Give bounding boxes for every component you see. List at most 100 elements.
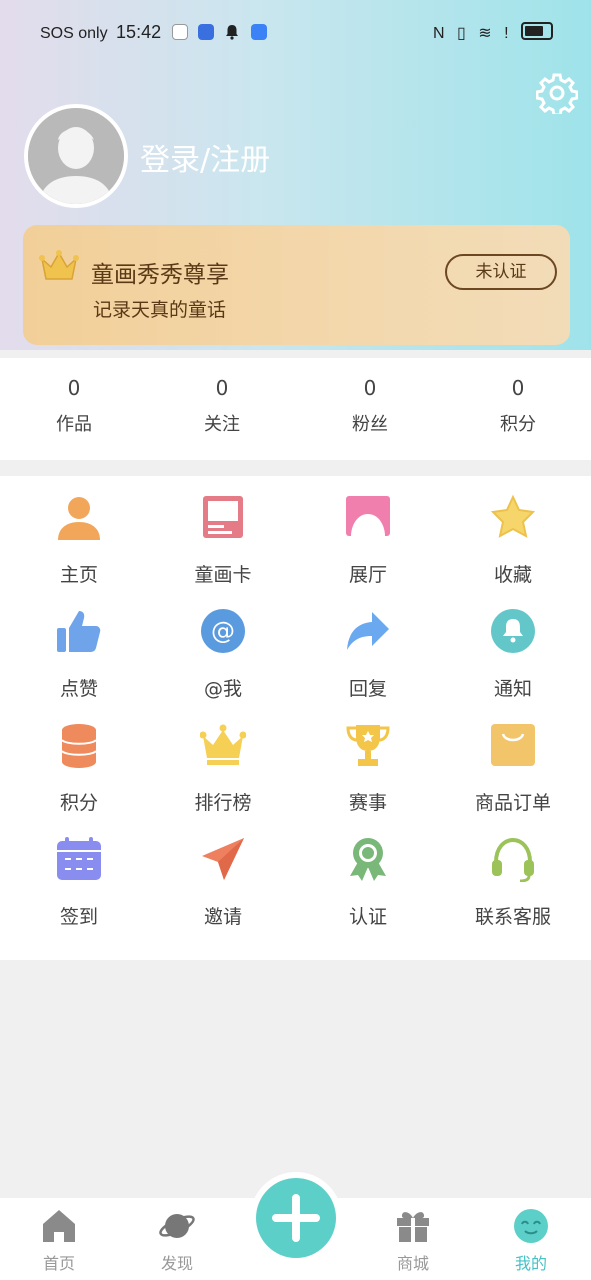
menu-item-gallery[interactable]: 展厅 (298, 476, 438, 586)
profile-header: SOS only 15:42 N ▯ ≋ ! 登录/注册 童画秀秀尊享 记录天真… (0, 0, 591, 350)
gallery-icon (346, 496, 390, 536)
app-icon (250, 24, 267, 40)
tab-label: 首页 (42, 1254, 75, 1273)
publish-button[interactable] (256, 1178, 336, 1258)
menu-item-invite[interactable]: 邀请 (153, 818, 293, 928)
menu-item-likes[interactable]: 点赞 (9, 590, 149, 700)
notification-bell-icon (224, 24, 240, 40)
menu-item-contests[interactable]: 赛事 (298, 704, 438, 814)
menu-item-label: 赛事 (348, 792, 387, 814)
stat-fans[interactable]: 0 粉丝 (310, 376, 430, 436)
trophy-icon (346, 725, 390, 766)
vip-card[interactable]: 童画秀秀尊享 记录天真的童话 未认证 (23, 225, 570, 345)
vip-subtitle: 记录天真的童话 (93, 299, 227, 321)
menu-item-label: 认证 (348, 906, 387, 928)
vibrate-icon: ▯ (456, 25, 470, 42)
menu-item-label: 展厅 (348, 564, 387, 586)
menu-item-ranking[interactable]: 排行榜 (153, 704, 293, 814)
tab-label: 发现 (160, 1254, 193, 1273)
smile-face-icon (514, 1209, 548, 1243)
menu-item-label: 商品订单 (474, 792, 551, 814)
tab-discover[interactable]: 发现 (122, 1198, 232, 1280)
stat-label: 积分 (500, 414, 536, 435)
menu-item-label: 积分 (59, 792, 98, 814)
card-icon (203, 496, 243, 538)
menu-item-label: 回复 (348, 678, 387, 700)
svg-text:@: @ (211, 617, 235, 645)
carrier-text: SOS only (40, 25, 108, 42)
certification-status-button[interactable]: 未认证 (445, 254, 557, 290)
tab-mine[interactable]: 我的 (476, 1198, 586, 1280)
bell-icon (491, 609, 535, 653)
stat-label: 作品 (56, 414, 92, 435)
menu-item-home[interactable]: 主页 (9, 476, 149, 586)
menu-item-label: 通知 (493, 678, 532, 700)
plus-icon (272, 1194, 320, 1242)
nfc-icon: N (432, 25, 449, 42)
menu-item-label: @我 (203, 678, 242, 700)
menu-item-label: 收藏 (493, 564, 532, 586)
gift-icon (397, 1212, 429, 1242)
wifi-icon: ≋ (478, 25, 496, 42)
avatar[interactable] (24, 104, 128, 208)
stats-row: 0 作品 0 关注 0 粉丝 0 积分 (0, 358, 591, 460)
crown-icon (200, 724, 246, 765)
menu-item-label: 联系客服 (474, 906, 551, 928)
calendar-icon (57, 837, 101, 880)
badge-icon (350, 838, 386, 881)
menu-item-label: 主页 (59, 564, 98, 586)
coins-icon (61, 724, 97, 768)
menu-item-label: 邀请 (203, 906, 242, 928)
tab-mall[interactable]: 商城 (358, 1198, 468, 1280)
menu-item-label: 签到 (59, 906, 98, 928)
stat-following[interactable]: 0 关注 (162, 376, 282, 436)
gear-icon[interactable] (536, 72, 578, 114)
menu-item-card[interactable]: 童画卡 (153, 476, 293, 586)
status-bar: SOS only 15:42 N ▯ ≋ ! (0, 18, 591, 48)
stat-label: 粉丝 (352, 414, 388, 435)
login-register-link[interactable]: 登录/注册 (140, 135, 270, 179)
planet-icon (159, 1214, 195, 1238)
stat-value: 0 (67, 376, 81, 400)
menu-item-points[interactable]: 积分 (9, 704, 149, 814)
menu-item-label: 点赞 (59, 678, 98, 700)
person-icon (58, 497, 100, 540)
reply-arrow-icon (347, 612, 389, 650)
stat-works[interactable]: 0 作品 (14, 376, 134, 436)
stat-value: 0 (215, 376, 229, 400)
menu-item-favorites[interactable]: 收藏 (443, 476, 583, 586)
menu-item-checkin[interactable]: 签到 (9, 818, 149, 928)
menu-grid: 主页 童画卡 展厅 收藏 点赞 @ @我 回复 通知 积分 排行榜 赛事 商品订… (0, 476, 591, 960)
menu-item-customer-service[interactable]: 联系客服 (443, 818, 583, 928)
headset-icon (492, 837, 534, 882)
stat-value: 0 (363, 376, 377, 400)
shopping-bag-icon (491, 724, 535, 766)
star-icon (490, 494, 536, 538)
stat-points[interactable]: 0 积分 (458, 376, 578, 436)
clock: 15:42 (116, 22, 162, 42)
stat-value: 0 (511, 376, 525, 400)
menu-item-orders[interactable]: 商品订单 (443, 704, 583, 814)
system-icons: N ▯ ≋ ! (433, 22, 553, 43)
at-icon: @ (201, 609, 245, 653)
menu-item-notifications[interactable]: 通知 (443, 590, 583, 700)
tab-home[interactable]: 首页 (4, 1198, 114, 1280)
crown-icon (39, 250, 79, 280)
vip-title: 童画秀秀尊享 (91, 262, 229, 288)
menu-item-label: 童画卡 (194, 564, 252, 586)
battery-icon (521, 22, 553, 40)
menu-item-label: 排行榜 (194, 792, 252, 814)
alert-icon: ! (504, 25, 513, 42)
paper-plane-icon (202, 838, 244, 880)
tab-label: 商城 (396, 1254, 429, 1273)
vpn-icon (171, 24, 188, 40)
home-icon (43, 1210, 75, 1242)
menu-item-replies[interactable]: 回复 (298, 590, 438, 700)
menu-item-certification[interactable]: 认证 (298, 818, 438, 928)
shield-icon (198, 24, 214, 40)
tab-label: 我的 (514, 1254, 547, 1273)
default-avatar-icon (28, 108, 124, 204)
menu-item-mentions[interactable]: @ @我 (153, 590, 293, 700)
stat-label: 关注 (204, 414, 240, 435)
thumbs-up-icon (57, 611, 101, 652)
